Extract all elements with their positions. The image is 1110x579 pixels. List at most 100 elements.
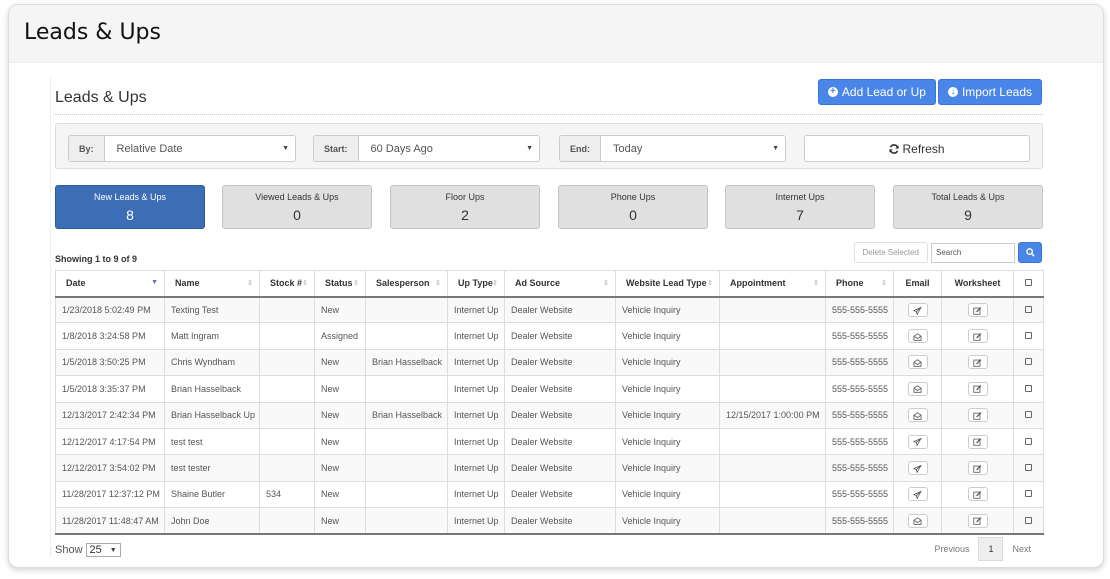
worksheet-button[interactable] [967, 355, 988, 370]
email-button[interactable] [907, 487, 928, 502]
col-header-up-type[interactable]: Up Type ⇕ [447, 270, 505, 298]
worksheet-button[interactable] [967, 513, 988, 528]
email-button[interactable] [907, 329, 928, 344]
cell-date: 1/5/2018 3:50:25 PM [55, 348, 165, 377]
tile-phone-ups[interactable]: Phone Ups 0 [558, 185, 708, 229]
add-lead-button[interactable]: + Add Lead or Up [817, 79, 936, 105]
row-checkbox[interactable] [1025, 411, 1032, 419]
refresh-icon [889, 143, 900, 154]
cell-date: 1/8/2018 3:24:58 PM [55, 322, 165, 350]
col-header-status[interactable]: Status ⇕ [314, 270, 366, 298]
row-checkbox[interactable] [1025, 516, 1032, 524]
row-checkbox[interactable] [1025, 464, 1032, 472]
cell-date: 1/5/2018 3:35:37 PM [55, 375, 165, 403]
edit-icon [973, 305, 982, 315]
cell-phone: 555-555-5555 [825, 427, 894, 456]
row-checkbox[interactable] [1025, 437, 1032, 445]
page-length-select[interactable]: 25 ▼ [85, 543, 121, 557]
start-select[interactable]: 60 Days Ago ▼ [359, 136, 539, 161]
worksheet-button[interactable] [967, 381, 988, 396]
col-header-phone[interactable]: Phone ⇕ [825, 270, 894, 298]
select-all-checkbox[interactable] [1025, 279, 1032, 287]
page-1-button[interactable]: 1 [978, 537, 1004, 561]
email-button[interactable] [907, 461, 928, 476]
worksheet-button[interactable] [967, 302, 988, 317]
cell-appointment [719, 454, 826, 482]
row-checkbox[interactable] [1025, 384, 1032, 392]
cell-status: New [314, 401, 366, 429]
table-row[interactable]: 1/8/2018 3:24:58 PM Matt Ingram Assigned In… [55, 322, 1044, 350]
tile-count: 7 [796, 207, 804, 223]
cell-worksheet [941, 454, 1014, 482]
import-leads-button[interactable]: ↓ Import Leads [937, 79, 1042, 105]
cell-salesperson [365, 507, 448, 536]
cell-ad-source: Dealer Website [504, 295, 616, 324]
worksheet-button[interactable] [967, 487, 988, 502]
cell-phone: 555-555-5555 [825, 480, 894, 509]
page-title: Leads & Ups [24, 20, 161, 45]
col-header-salesperson[interactable]: Salesperson ⇕ [365, 270, 448, 298]
table-row[interactable]: 11/28/2017 12:37:12 PM Shaine Butler 534 Ne… [55, 480, 1044, 509]
table-row[interactable]: 11/28/2017 11:48:47 AM John Doe New Interne… [55, 507, 1044, 536]
col-header-name[interactable]: Name ⇕ [164, 270, 260, 298]
row-checkbox[interactable] [1025, 490, 1032, 498]
tile-viewed-leads[interactable]: Viewed Leads & Ups 0 [222, 185, 372, 229]
col-header-date[interactable]: Date ▼ [55, 270, 165, 298]
tile-count: 9 [964, 207, 972, 223]
col-header-stock[interactable]: Stock # ⇕ [259, 270, 315, 298]
email-button[interactable] [907, 381, 928, 396]
col-header-ad-source[interactable]: Ad Source ⇕ [504, 270, 616, 298]
start-filter[interactable]: Start: 60 Days Ago ▼ [313, 135, 540, 162]
table-row[interactable]: 12/13/2017 2:42:34 PM Brian Hasselback Up… [55, 401, 1044, 429]
table-row[interactable]: 1/23/2018 5:02:49 PM Texting Test New Inter… [55, 295, 1044, 324]
email-button[interactable] [907, 302, 928, 317]
refresh-button[interactable]: Refresh [804, 135, 1030, 162]
row-checkbox[interactable] [1025, 358, 1032, 366]
email-button[interactable] [907, 434, 928, 449]
cell-select [1013, 401, 1044, 429]
by-select[interactable]: Relative Date ▼ [105, 136, 295, 161]
col-header-email: Email [893, 270, 942, 298]
tile-internet-ups[interactable]: Internet Ups 7 [725, 185, 875, 229]
worksheet-button[interactable] [967, 329, 988, 344]
col-header-appointment[interactable]: Appointment ⇕ [719, 270, 826, 298]
worksheet-button[interactable] [967, 434, 988, 449]
row-checkbox[interactable] [1025, 305, 1032, 313]
row-checkbox[interactable] [1025, 332, 1032, 340]
table-row[interactable]: 12/12/2017 4:17:54 PM test test New Interne… [55, 427, 1044, 456]
worksheet-button[interactable] [967, 408, 988, 423]
cell-select [1013, 427, 1044, 456]
cell-select [1013, 480, 1044, 509]
tile-new-leads[interactable]: New Leads & Ups 8 [55, 185, 205, 229]
table-tools: Delete Selected [853, 242, 1042, 263]
tile-total-leads[interactable]: Total Leads & Ups 9 [893, 185, 1043, 229]
email-button[interactable] [907, 355, 928, 370]
cell-select [1013, 375, 1044, 403]
end-filter[interactable]: End: Today ▼ [559, 135, 786, 162]
caret-down-icon: ▼ [282, 145, 289, 152]
cell-email [893, 401, 942, 429]
cell-appointment [719, 480, 826, 509]
table-row[interactable]: 1/5/2018 3:50:25 PM Chris Wyndham New Brian… [55, 348, 1044, 377]
table-row[interactable]: 12/12/2017 3:54:02 PM test tester New Inter… [55, 454, 1044, 482]
previous-page-button[interactable]: Previous [925, 544, 978, 554]
col-header-select-all[interactable] [1013, 270, 1044, 298]
add-lead-label: Add Lead or Up [841, 85, 926, 99]
table-row[interactable]: 1/5/2018 3:35:37 PM Brian Hasselback New In… [55, 375, 1044, 403]
worksheet-button[interactable] [967, 461, 988, 476]
cell-worksheet [941, 480, 1014, 509]
email-button[interactable] [907, 408, 928, 423]
tile-floor-ups[interactable]: Floor Ups 2 [390, 185, 540, 229]
next-page-button[interactable]: Next [1003, 544, 1040, 554]
tile-count: 8 [126, 207, 134, 223]
end-select[interactable]: Today ▼ [601, 136, 785, 161]
col-header-website-lead-type[interactable]: Website Lead Type ⇕ [615, 270, 720, 298]
cell-salesperson [365, 480, 448, 509]
delete-selected-button[interactable]: Delete Selected [853, 242, 928, 263]
by-filter[interactable]: By: Relative Date ▼ [68, 135, 296, 162]
cell-status: New [314, 295, 366, 324]
email-button[interactable] [907, 513, 928, 528]
search-input[interactable] [931, 242, 1015, 263]
cell-phone: 555-555-5555 [825, 348, 894, 377]
search-button[interactable] [1018, 242, 1042, 263]
